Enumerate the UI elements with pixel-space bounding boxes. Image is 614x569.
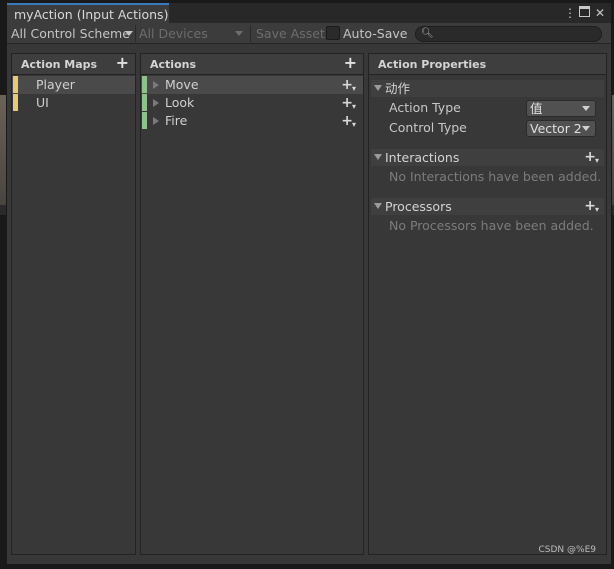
- add-processor-plus-dropdown-icon[interactable]: +▾: [584, 198, 600, 216]
- action-section-header[interactable]: 动作: [371, 80, 604, 97]
- plus-dropdown-icon[interactable]: +▾: [341, 112, 357, 132]
- processors-title: Processors: [385, 199, 452, 214]
- action-map-item-ui[interactable]: UI: [12, 94, 135, 112]
- action-type-value: 值: [530, 101, 543, 116]
- action-item-look[interactable]: Look +▾: [141, 94, 363, 112]
- action-map-label: UI: [36, 95, 49, 110]
- input-actions-window: myAction (Input Actions) ⋮ ✕ All Control…: [6, 2, 612, 565]
- watermark: CSDN @%E9: [538, 545, 597, 555]
- action-map-label: Player: [36, 77, 75, 92]
- control-scheme-label: All Control Scheme: [11, 26, 130, 41]
- search-input[interactable]: 🔍︎: [415, 26, 602, 42]
- action-properties-header: Action Properties: [369, 54, 606, 75]
- actions-title: Actions: [150, 58, 196, 71]
- interactions-section-header[interactable]: Interactions +▾: [371, 149, 604, 166]
- processors-section-header[interactable]: Processors +▾: [371, 198, 604, 215]
- action-maps-pane: Action Maps + Player UI: [11, 53, 136, 555]
- auto-save-label: Auto-Save: [343, 26, 408, 41]
- triangle-down-icon: [374, 203, 382, 209]
- chevron-down-icon: [582, 106, 590, 111]
- triangle-right-icon[interactable]: [153, 81, 159, 89]
- close-icon[interactable]: ✕: [593, 6, 607, 20]
- toolbar-divider: [250, 25, 251, 42]
- plus-dropdown-icon[interactable]: +▾: [341, 76, 357, 96]
- maximize-icon[interactable]: [577, 6, 591, 20]
- action-label: Move: [165, 77, 199, 92]
- action-item-move[interactable]: Move +▾: [141, 76, 363, 94]
- toolbar-divider: [135, 25, 136, 42]
- action-color-stripe: [142, 112, 147, 129]
- search-icon: 🔍︎: [421, 28, 434, 39]
- add-interaction-plus-dropdown-icon[interactable]: +▾: [584, 149, 600, 167]
- window-tab-title: myAction (Input Actions): [14, 7, 169, 22]
- action-maps-header: Action Maps +: [12, 54, 135, 75]
- triangle-down-icon: [374, 85, 382, 91]
- action-label: Look: [165, 95, 195, 110]
- add-action-map-plus-icon[interactable]: +: [116, 55, 129, 71]
- action-label: Fire: [165, 113, 188, 128]
- chevron-down-icon: [582, 126, 590, 131]
- triangle-down-icon: [374, 154, 382, 160]
- triangle-right-icon[interactable]: [153, 117, 159, 125]
- tab-bar: myAction (Input Actions) ⋮ ✕: [7, 3, 611, 24]
- save-asset-button[interactable]: Save Asset: [256, 25, 325, 42]
- action-type-dropdown[interactable]: 值: [526, 100, 596, 117]
- interactions-empty-message: No Interactions have been added.: [389, 169, 602, 184]
- add-action-plus-icon[interactable]: +: [344, 55, 357, 71]
- window-tab[interactable]: myAction (Input Actions): [7, 3, 169, 24]
- action-maps-title: Action Maps: [21, 58, 98, 71]
- action-properties-title: Action Properties: [378, 58, 487, 71]
- action-map-item-player[interactable]: Player: [12, 76, 135, 94]
- control-type-value: Vector 2: [530, 121, 582, 136]
- chevron-down-icon: [125, 31, 133, 36]
- action-section-title: 动作: [385, 81, 411, 96]
- actions-header: Actions +: [141, 54, 363, 75]
- devices-label: All Devices: [139, 26, 208, 41]
- action-properties-pane: Action Properties 动作 Action Type 值 Contr…: [368, 53, 607, 555]
- control-scheme-dropdown[interactable]: All Control Scheme: [11, 25, 133, 42]
- toolbar: All Control Scheme All Devices Save Asse…: [7, 23, 611, 44]
- interactions-title: Interactions: [385, 150, 460, 165]
- actions-pane: Actions + Move +▾ Look +▾ Fire +▾: [140, 53, 364, 555]
- processors-empty-message: No Processors have been added.: [389, 218, 594, 233]
- action-type-label: Action Type: [389, 100, 461, 115]
- plus-dropdown-icon[interactable]: +▾: [341, 94, 357, 114]
- control-type-label: Control Type: [389, 120, 467, 135]
- action-map-color-stripe: [13, 94, 18, 111]
- action-item-fire[interactable]: Fire +▾: [141, 112, 363, 130]
- triangle-right-icon[interactable]: [153, 99, 159, 107]
- action-color-stripe: [142, 76, 147, 93]
- auto-save-checkbox[interactable]: [326, 26, 340, 40]
- chevron-down-icon: [235, 31, 243, 36]
- kebab-menu-icon[interactable]: ⋮: [563, 6, 577, 20]
- action-map-color-stripe: [13, 76, 18, 93]
- devices-dropdown[interactable]: All Devices: [139, 25, 243, 42]
- control-type-dropdown[interactable]: Vector 2: [526, 120, 596, 137]
- action-color-stripe: [142, 94, 147, 111]
